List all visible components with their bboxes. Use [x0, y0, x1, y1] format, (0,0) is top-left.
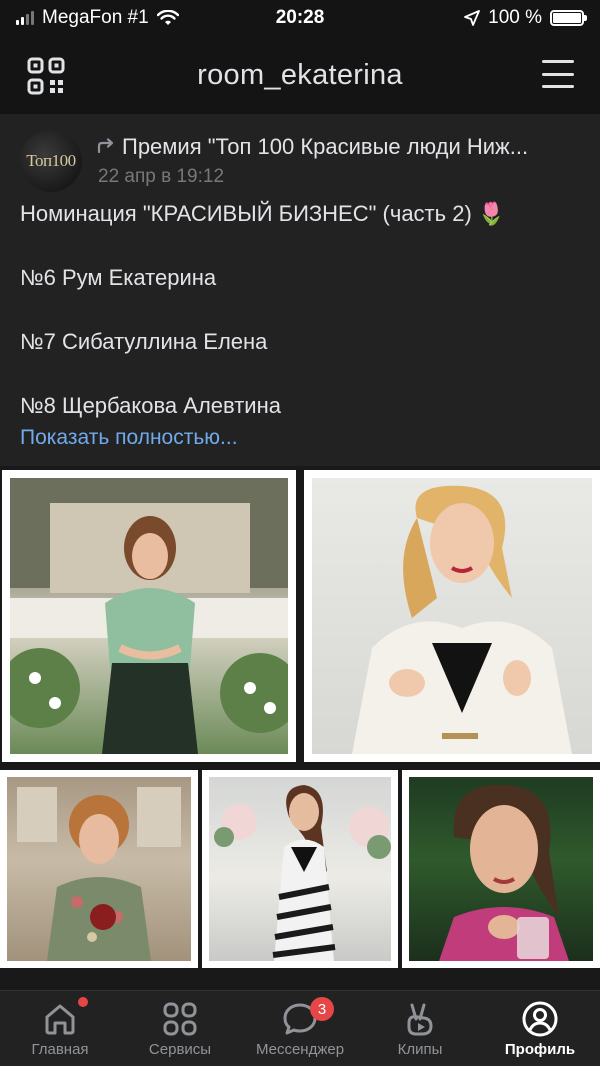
- page-title: room_ekaterina: [197, 58, 403, 91]
- show-more-link[interactable]: Показать полностью...: [20, 426, 238, 450]
- clips-icon: [407, 1003, 433, 1036]
- messenger-badge: 3: [310, 997, 334, 1021]
- wall-post: Топ100 Премия "Топ 100 Красивые люди Ниж…: [0, 114, 600, 466]
- repost-icon: [97, 138, 114, 154]
- status-left: MegaFon #1: [16, 7, 236, 29]
- tab-label: Главная: [31, 1041, 89, 1058]
- tab-home[interactable]: Главная: [0, 991, 120, 1066]
- post-photo[interactable]: [2, 470, 296, 762]
- post-line: №7 Сибатуллина Елена: [20, 329, 268, 354]
- status-right: 100 %: [364, 7, 587, 29]
- qr-code-icon[interactable]: [26, 56, 66, 96]
- tab-label: Клипы: [397, 1041, 443, 1058]
- services-icon: [163, 1002, 197, 1036]
- carrier-name: MegaFon #1: [42, 7, 149, 28]
- home-icon: [45, 1004, 75, 1035]
- profile-icon: [522, 1001, 558, 1037]
- post-line: №6 Рум Екатерина: [20, 265, 217, 290]
- status-bar: MegaFon #1 20:28 100 %: [0, 0, 600, 36]
- post-photo[interactable]: [304, 470, 600, 762]
- tab-label: Мессенджер: [255, 1041, 345, 1058]
- location-arrow-icon: [464, 10, 481, 26]
- post-photo[interactable]: [0, 770, 198, 968]
- post-author[interactable]: Премия "Топ 100 Красивые люди Ниж...: [96, 134, 590, 160]
- photo-image: [409, 777, 593, 961]
- post-photo[interactable]: [202, 770, 398, 968]
- battery-percent: 100 %: [488, 7, 542, 28]
- tab-messenger[interactable]: 3 Мессенджер: [240, 991, 360, 1066]
- signal-icon: [16, 11, 34, 25]
- bottom-tab-bar: Главная Сервисы 3 Мессенджер Клипы Профи…: [0, 990, 600, 1066]
- post-photo[interactable]: [402, 770, 600, 968]
- post-text: Номинация "КРАСИВЫЙ БИЗНЕС" (часть 2) 🌷 …: [20, 198, 580, 422]
- tab-clips[interactable]: Клипы: [360, 991, 480, 1066]
- wifi-icon: [156, 10, 179, 25]
- post-line: Номинация "КРАСИВЫЙ БИЗНЕС" (часть 2) 🌷: [20, 201, 506, 226]
- avatar-logo: Топ100: [26, 151, 76, 170]
- photo-image: [10, 478, 288, 754]
- notification-dot: [78, 997, 88, 1007]
- post-author-name: Премия "Топ 100 Красивые люди Ниж...: [122, 134, 529, 159]
- tab-profile[interactable]: Профиль: [480, 991, 600, 1066]
- post-line: №8 Щербакова Алевтина: [20, 393, 281, 418]
- status-time: 20:28: [275, 7, 325, 28]
- post-date: 22 апр в 19:12: [98, 166, 225, 187]
- profile-header: room_ekaterina: [0, 36, 600, 114]
- tab-label: Сервисы: [148, 1041, 212, 1058]
- menu-icon[interactable]: [542, 60, 574, 88]
- post-header: Топ100 Премия "Топ 100 Красивые люди Ниж…: [20, 130, 590, 194]
- photo-image: [7, 777, 191, 961]
- post-photos: [0, 466, 600, 970]
- tab-label: Профиль: [504, 1041, 576, 1058]
- photo-image: [312, 478, 592, 754]
- photo-image: [209, 777, 391, 961]
- tab-services[interactable]: Сервисы: [120, 991, 240, 1066]
- battery-icon: [550, 10, 587, 26]
- avatar[interactable]: Топ100: [20, 130, 82, 192]
